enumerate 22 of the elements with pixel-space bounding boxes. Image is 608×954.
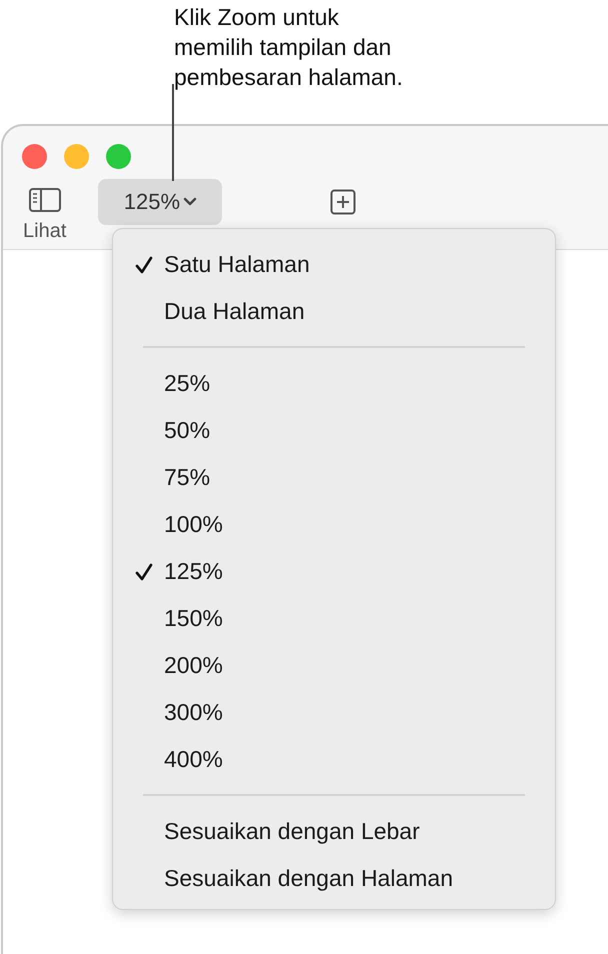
menu-item[interactable]: Sesuaikan dengan Lebar [113, 808, 555, 855]
menu-item[interactable]: 300% [113, 689, 555, 736]
menu-item[interactable]: 50% [113, 407, 555, 454]
menu-item[interactable]: 100% [113, 501, 555, 548]
callout-text: Klik Zoom untuk memilih tampilan dan pembesaran halaman. [174, 3, 404, 92]
menu-item[interactable]: Satu Halaman [113, 241, 555, 288]
caret-icon [183, 197, 198, 207]
view-label: Lihat [23, 220, 66, 243]
menu-item[interactable]: 75% [113, 454, 555, 501]
zoom-button[interactable]: 125% [98, 179, 222, 225]
menu-item[interactable]: Sesuaikan dengan Halaman [113, 855, 555, 902]
menu-item[interactable]: 400% [113, 736, 555, 783]
close-button[interactable] [22, 144, 47, 169]
minimize-button[interactable] [64, 144, 89, 169]
sidebar-icon[interactable] [28, 188, 61, 212]
add-page-icon[interactable] [330, 189, 356, 215]
menu-item[interactable]: 150% [113, 595, 555, 642]
menu-item[interactable]: 200% [113, 642, 555, 689]
menu-item[interactable]: Dua Halaman [113, 288, 555, 335]
menu-item[interactable]: 125% [113, 548, 555, 595]
zoom-window-button[interactable] [106, 144, 131, 169]
menu-item[interactable]: 25% [113, 360, 555, 407]
